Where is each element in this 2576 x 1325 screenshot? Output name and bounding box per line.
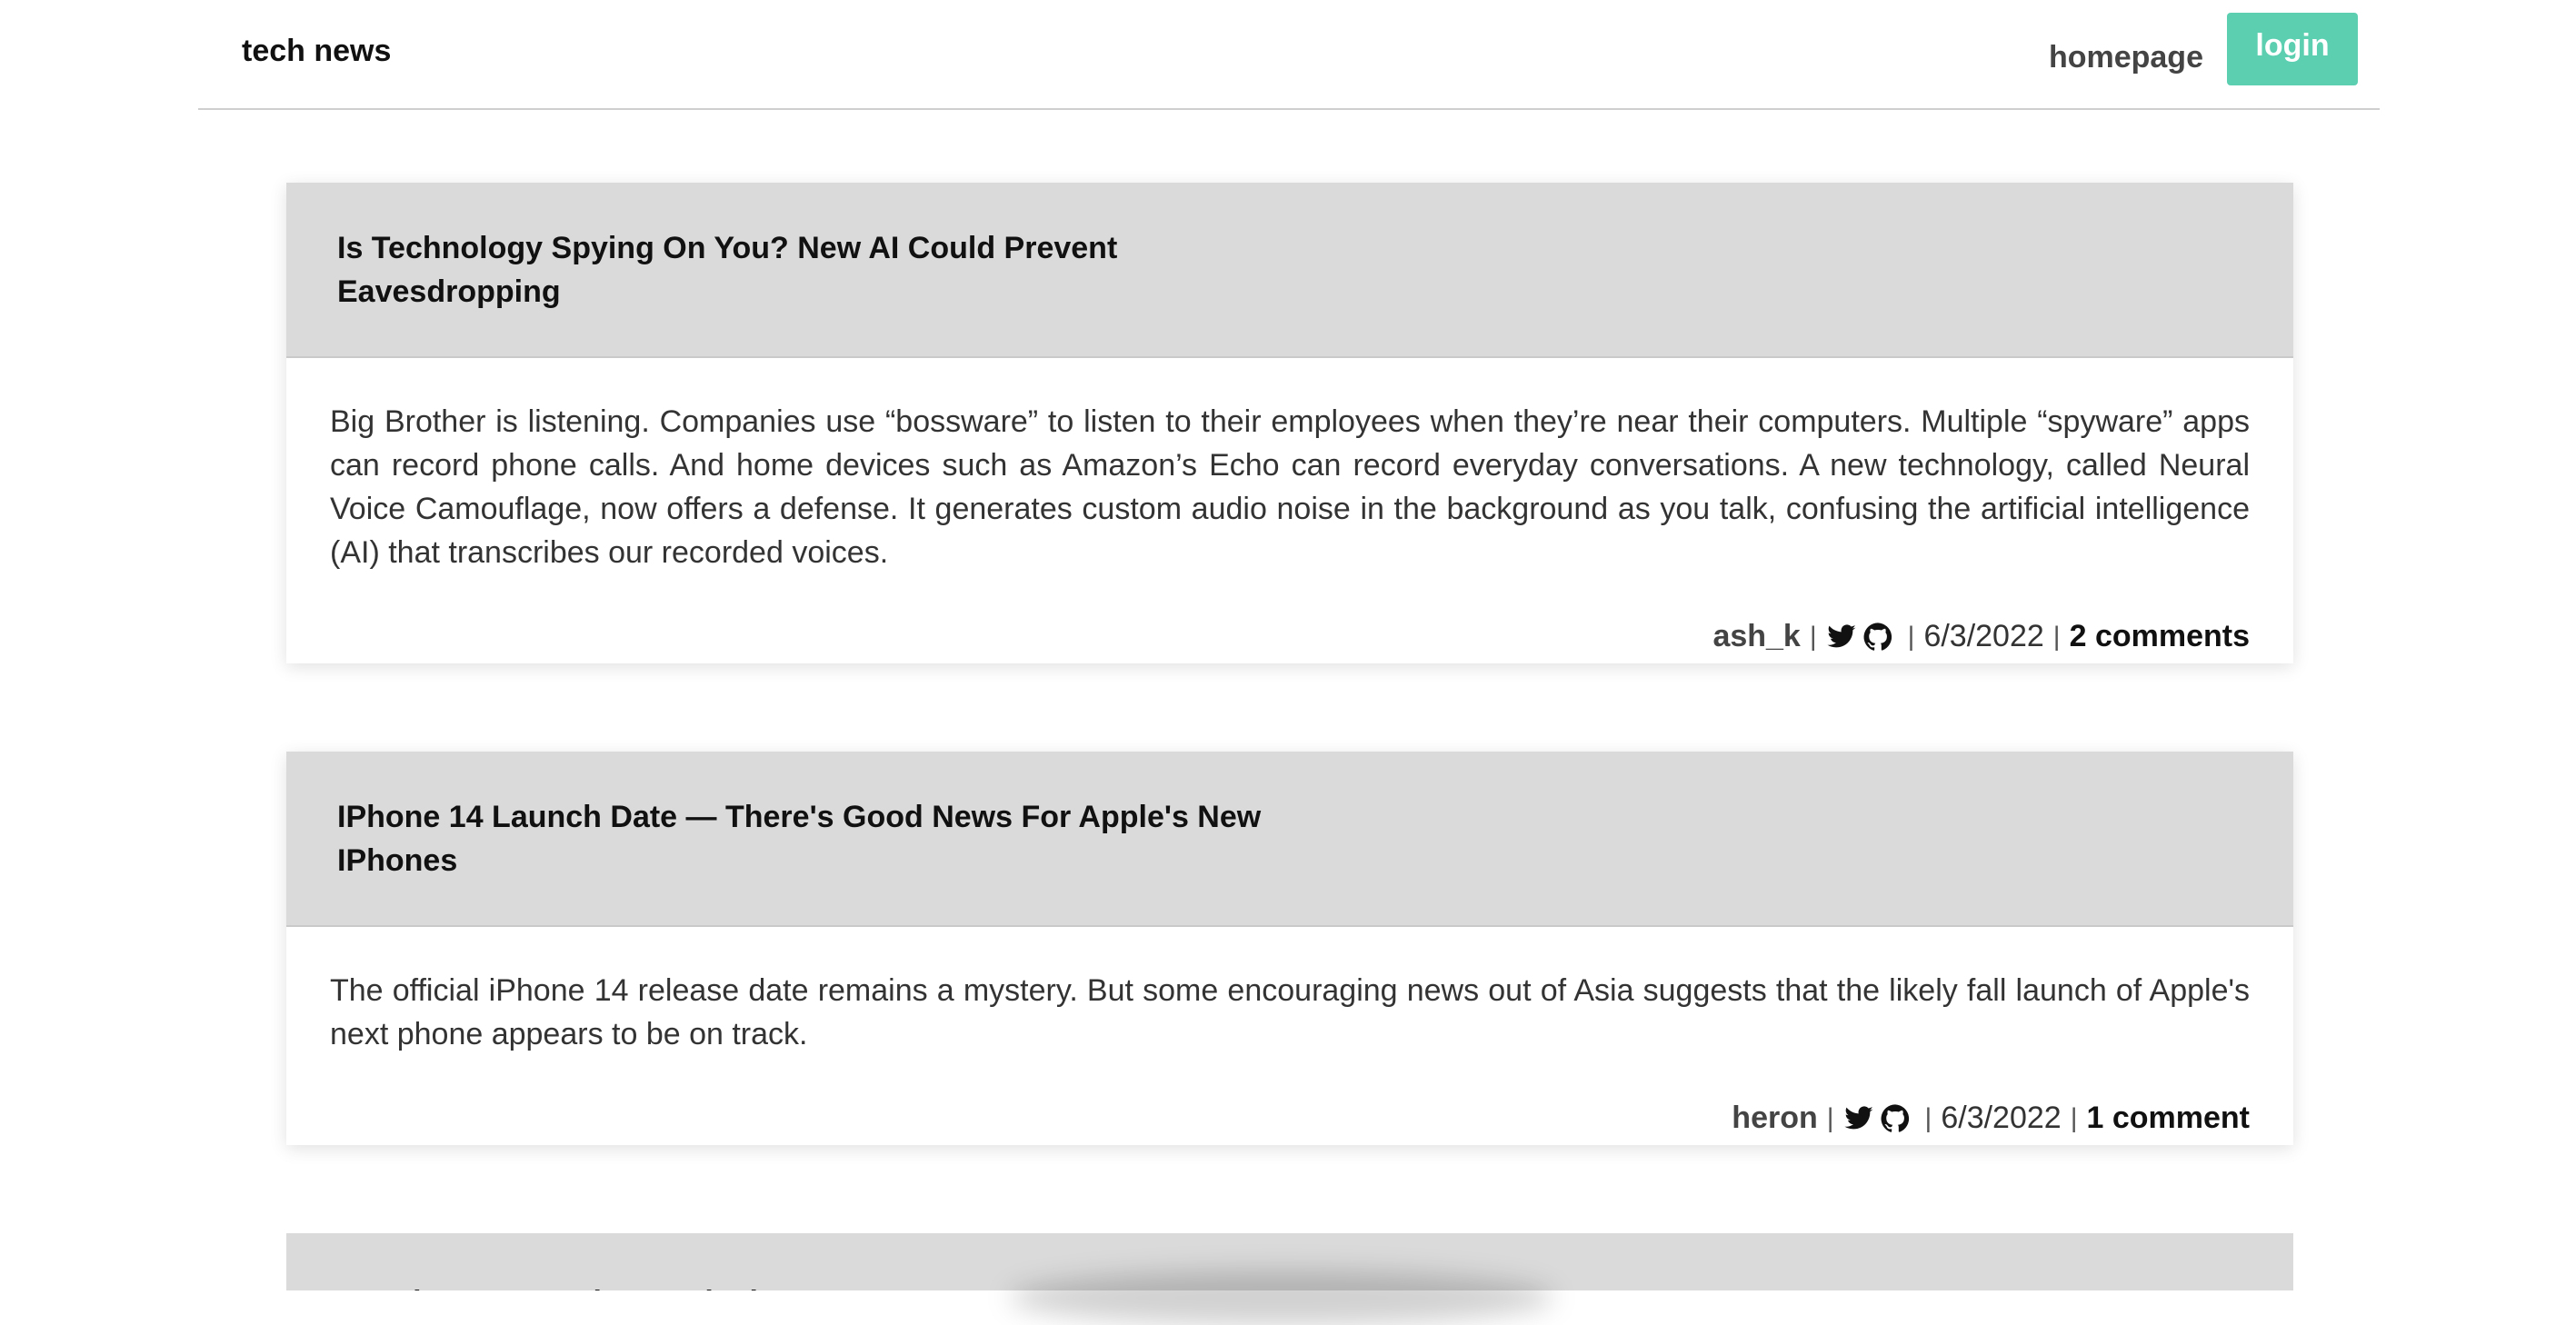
nav-homepage-link[interactable]: homepage — [2049, 40, 2203, 75]
github-icon[interactable] — [1862, 622, 1893, 653]
post-author[interactable]: heron — [1732, 1101, 1817, 1136]
post-meta: heron | | 6/3/2022 | 1 comment — [1732, 1101, 2250, 1136]
meta-separator: | — [1809, 621, 1817, 652]
post-body: Big Brother is listening. Companies use … — [330, 404, 2250, 570]
site-header: tech news homepage login — [198, 0, 2380, 110]
login-button[interactable]: login — [2227, 13, 2358, 85]
meta-separator: | — [1907, 621, 1915, 652]
meta-separator: | — [1924, 1102, 1932, 1133]
post-header: IPhone 14 Launch Date — There's Good New… — [286, 752, 2293, 927]
post-comments-link[interactable]: 2 comments — [2070, 619, 2250, 654]
github-icon[interactable] — [1880, 1103, 1911, 1134]
meta-separator: | — [2052, 621, 2061, 652]
post-date: 6/3/2022 — [1941, 1101, 2062, 1135]
site-brand[interactable]: tech news — [242, 34, 391, 69]
post-card: IPhone 14 Launch Date — There's Good New… — [286, 752, 2293, 1145]
loading-overlay-shadow — [1009, 1270, 1554, 1325]
twitter-icon[interactable] — [1843, 1103, 1874, 1134]
post-card: Is Technology Spying On You? New AI Coul… — [286, 183, 2293, 663]
meta-separator: | — [1826, 1102, 1834, 1133]
post-comments-link[interactable]: 1 comment — [2087, 1101, 2251, 1136]
post-header: Is Technology Spying On You? New AI Coul… — [286, 183, 2293, 358]
main-nav: homepage login — [2049, 13, 2358, 85]
post-author[interactable]: ash_k — [1712, 619, 1800, 654]
post-body: The official iPhone 14 release date rema… — [330, 973, 2250, 1051]
post-meta: ash_k | | 6/3/2022 | 2 comments — [1712, 619, 2250, 654]
post-title[interactable]: Is Technology Spying On You? New AI Coul… — [337, 226, 1155, 314]
post-date: 6/3/2022 — [1923, 619, 2044, 653]
twitter-icon[interactable] — [1826, 622, 1857, 653]
post-title[interactable]: IPhone 14 Launch Date — There's Good New… — [337, 795, 1337, 882]
meta-separator: | — [2070, 1102, 2078, 1133]
